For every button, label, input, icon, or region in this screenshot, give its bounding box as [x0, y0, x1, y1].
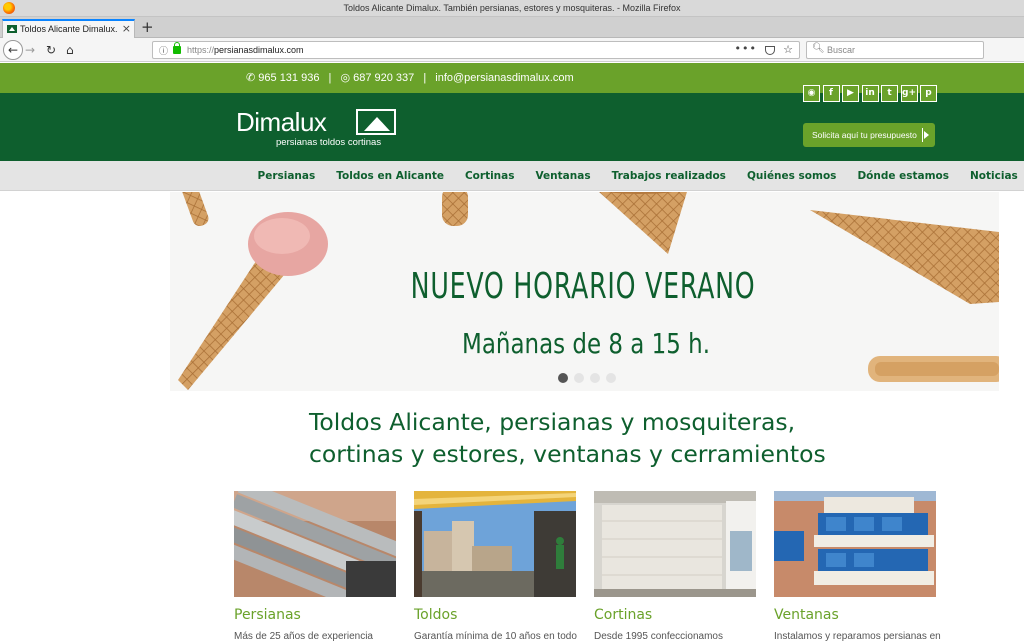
tab-title: Toldos Alicante Dimalux. Ta — [20, 24, 118, 34]
arrow-right-icon — [922, 128, 930, 142]
separator: | — [328, 72, 332, 84]
slider-dot[interactable] — [606, 373, 616, 383]
bookmark-star-icon[interactable]: ☆ — [783, 43, 793, 56]
toldos-image — [414, 491, 576, 597]
logo-wordmark: Dimalux — [236, 107, 327, 137]
card-title[interactable]: Toldos — [414, 607, 457, 623]
main-navigation: Persianas Toldos en Alicante Cortinas Ve… — [0, 161, 1024, 191]
whatsapp-icon: ◎ — [340, 72, 351, 84]
search-input[interactable]: 🔍︎ Buscar — [806, 41, 984, 59]
more-icon[interactable]: ••• — [735, 42, 757, 55]
search-icon: 🔍︎ — [812, 43, 825, 54]
slider-dot[interactable] — [558, 373, 568, 383]
linkedin-icon[interactable]: in — [861, 85, 879, 102]
site-header: Dimalux persianas toldos cortinas ◉ f ▶ … — [0, 85, 1024, 161]
tab-strip: Toldos Alicante Dimalux. Ta × + — [0, 17, 1024, 38]
logo-mountain-icon — [356, 109, 396, 135]
reload-icon[interactable]: ↻ — [46, 41, 56, 59]
slider-dot[interactable] — [574, 373, 584, 383]
hero-slider[interactable]: NUEVO HORARIO VERANO Mañanas de 8 a 15 h… — [170, 192, 999, 391]
navigation-toolbar: ← → ↻ ⌂ ⓘ https://persianasdimalux.com •… — [0, 38, 1024, 62]
youtube-icon[interactable]: ▶ — [842, 85, 859, 102]
nav-item-toldos[interactable]: Toldos en Alicante — [326, 161, 455, 191]
phone-number[interactable]: 965 131 936 — [258, 72, 319, 84]
nav-item-donde-estamos[interactable]: Dónde estamos — [847, 161, 960, 191]
card-description: Desde 1995 confeccionamos — [594, 631, 723, 642]
email-link[interactable]: info@persianasdimalux.com — [435, 72, 573, 84]
url-host: persianasdimalux.com — [214, 45, 304, 55]
nav-item-cortinas[interactable]: Cortinas — [454, 161, 525, 191]
address-bar[interactable]: ⓘ https://persianasdimalux.com ••• ☆ — [152, 41, 800, 59]
nav-item-trabajos[interactable]: Trabajos realizados — [601, 161, 736, 191]
logo-tagline: persianas toldos cortinas — [276, 137, 382, 148]
request-quote-label: Solicita aquí tu presupuesto — [812, 130, 917, 140]
card-title[interactable]: Ventanas — [774, 607, 839, 623]
card-description: Más de 25 años de experiencia — [234, 631, 373, 642]
ventanas-image — [774, 491, 936, 597]
url-text[interactable]: https://persianasdimalux.com — [187, 45, 304, 55]
lock-icon[interactable] — [173, 42, 181, 54]
card-title[interactable]: Cortinas — [594, 607, 652, 623]
rss-icon[interactable]: ◉ — [803, 85, 820, 102]
slider-dot[interactable] — [590, 373, 600, 383]
pinterest-icon[interactable]: p — [920, 85, 937, 102]
new-tab-button[interactable]: + — [141, 18, 154, 36]
url-protocol: https:// — [187, 45, 215, 55]
cortinas-image — [594, 491, 756, 597]
card-description: Garantía mínima de 10 años en todo — [414, 631, 577, 642]
card-title[interactable]: Persianas — [234, 607, 301, 623]
info-icon[interactable]: ⓘ — [159, 44, 168, 57]
dimalux-logo[interactable]: Dimalux persianas toldos cortinas — [236, 107, 398, 148]
separator: | — [423, 72, 427, 84]
intro-line-2: cortinas y estores, ventanas y cerramien… — [309, 440, 826, 468]
tab-dimalux[interactable]: Toldos Alicante Dimalux. Ta × — [2, 19, 135, 38]
nav-item-ventanas[interactable]: Ventanas — [525, 161, 601, 191]
home-icon[interactable]: ⌂ — [66, 41, 74, 59]
intro-line-1: Toldos Alicante, persianas y mosquiteras… — [309, 408, 796, 436]
whatsapp-number[interactable]: 687 920 337 — [353, 72, 414, 84]
persianas-image — [234, 491, 396, 597]
nav-item-quienes-somos[interactable]: Quiénes somos — [736, 161, 847, 191]
phone-icon: ✆ — [246, 72, 256, 84]
close-tab-icon[interactable]: × — [122, 22, 131, 35]
back-arrow-icon[interactable]: ← — [3, 40, 23, 60]
nav-item-noticias[interactable]: Noticias — [960, 161, 1024, 191]
slider-subline: Mañanas de 8 a 15 h. — [462, 327, 711, 360]
request-quote-button[interactable]: Solicita aquí tu presupuesto — [803, 123, 935, 147]
intro-heading: Toldos Alicante, persianas y mosquiteras… — [309, 406, 869, 470]
nav-item-persianas[interactable]: Persianas — [247, 161, 326, 191]
slider-dots — [558, 373, 622, 383]
slider-headline: NUEVO HORARIO VERANO — [410, 266, 756, 307]
pocket-icon[interactable] — [765, 46, 775, 55]
facebook-icon[interactable]: f — [822, 85, 840, 102]
card-description: Instalamos y reparamos persianas en — [774, 631, 941, 642]
search-placeholder: Buscar — [827, 45, 856, 55]
dimalux-favicon-icon — [7, 25, 17, 33]
twitter-icon[interactable]: t — [881, 85, 898, 102]
forward-arrow-icon[interactable]: → — [25, 41, 35, 59]
window-title: Toldos Alicante Dimalux. También persian… — [343, 3, 681, 13]
window-titlebar: Toldos Alicante Dimalux. También persian… — [0, 0, 1024, 17]
google-plus-icon[interactable]: g+ — [900, 85, 918, 102]
contact-info: ✆ 965 131 936 | ◎ 687 920 337 | info@per… — [246, 71, 574, 84]
